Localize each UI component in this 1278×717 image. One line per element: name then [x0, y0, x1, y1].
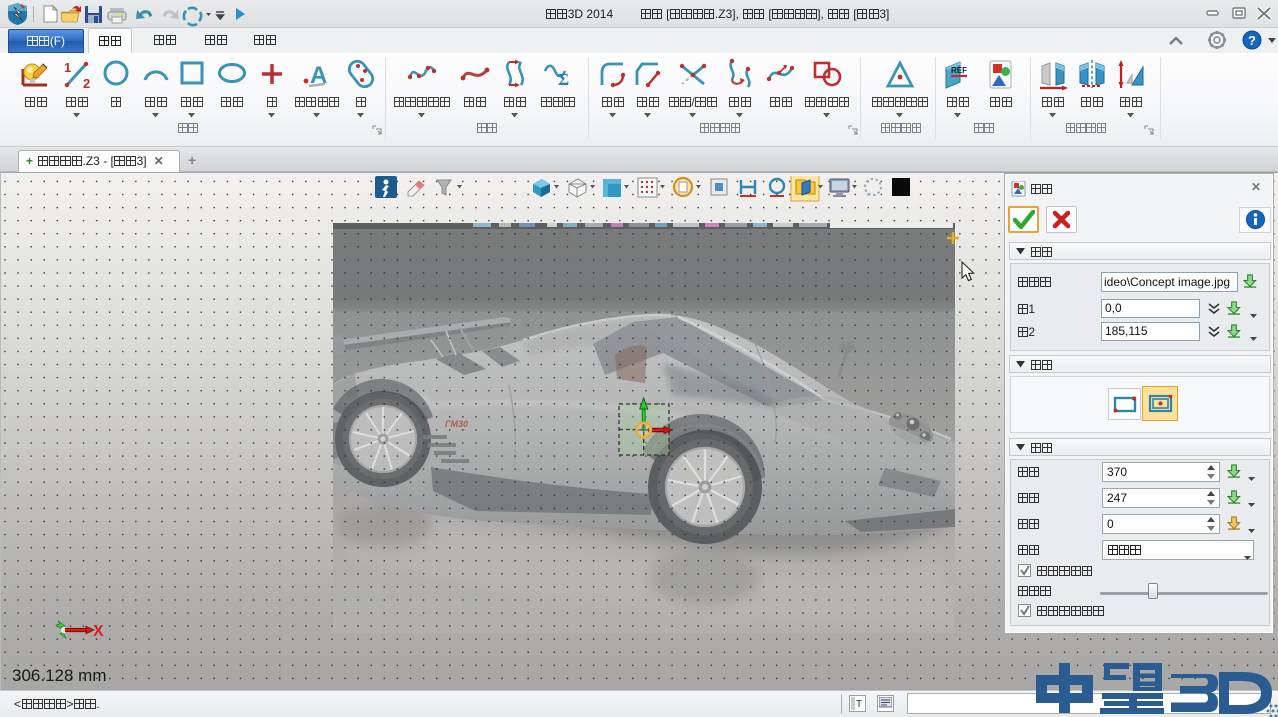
svg-text:1: 1	[64, 60, 71, 75]
svg-text:X: X	[93, 623, 104, 640]
svg-text:REF: REF	[951, 66, 967, 75]
svg-text:T: T	[856, 699, 862, 710]
svg-text:?: ?	[1248, 33, 1256, 48]
svg-text:2: 2	[83, 76, 90, 91]
svg-text:Σ: Σ	[558, 70, 569, 89]
